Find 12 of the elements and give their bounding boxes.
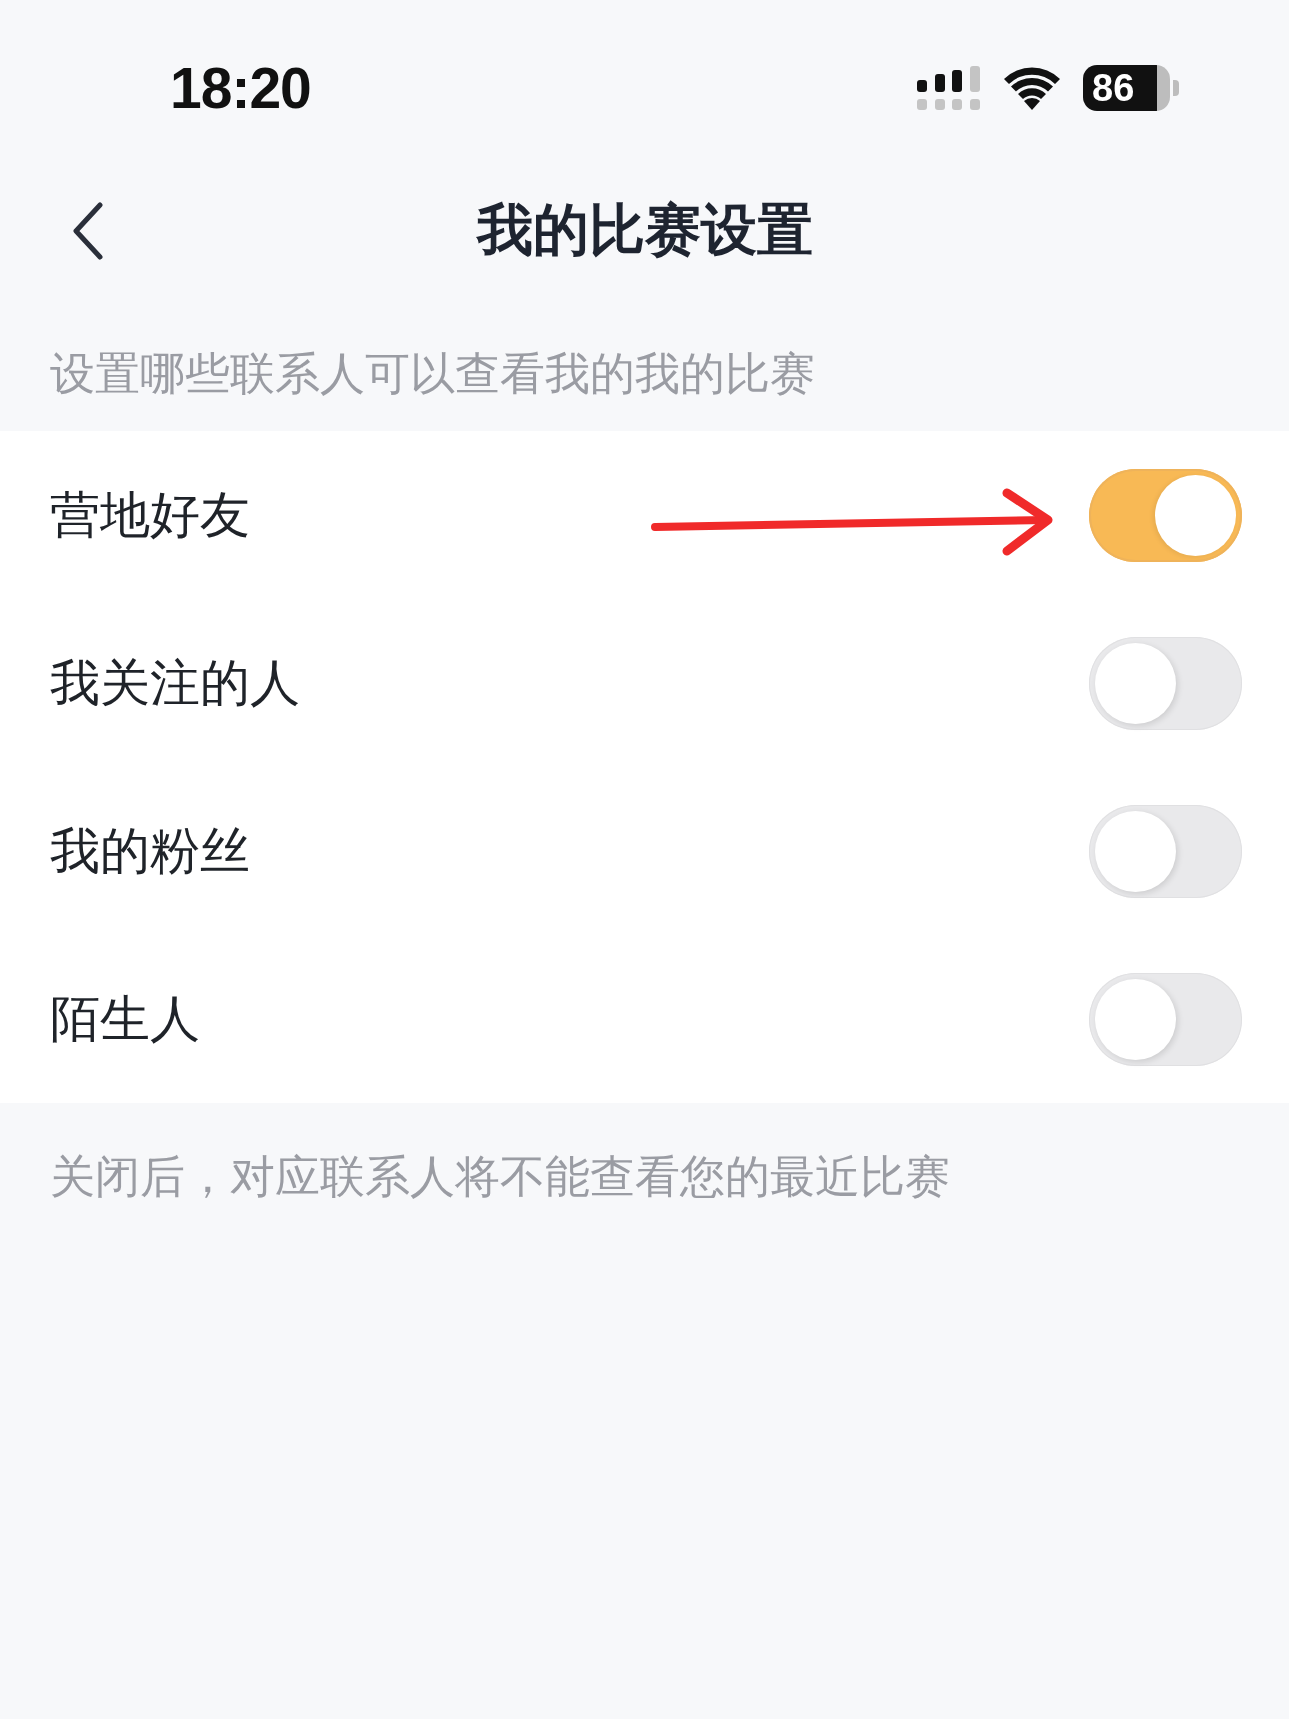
status-time: 18:20 bbox=[170, 55, 311, 121]
setting-label: 我的粉丝 bbox=[50, 821, 250, 881]
battery-indicator: 86 bbox=[1083, 65, 1179, 111]
wifi-icon bbox=[1003, 66, 1061, 110]
setting-label: 我关注的人 bbox=[50, 653, 300, 713]
footer-note: 关闭后，对应联系人将不能查看您的最近比赛 bbox=[49, 1150, 951, 1202]
signal-icon bbox=[917, 66, 981, 110]
setting-label: 营地好友 bbox=[50, 485, 250, 545]
back-icon[interactable] bbox=[72, 202, 104, 260]
page-title: 我的比赛设置 bbox=[476, 197, 813, 263]
section-header: 设置哪些联系人可以查看我的我的比赛 bbox=[49, 347, 816, 401]
setting-label: 陌生人 bbox=[50, 989, 200, 1049]
